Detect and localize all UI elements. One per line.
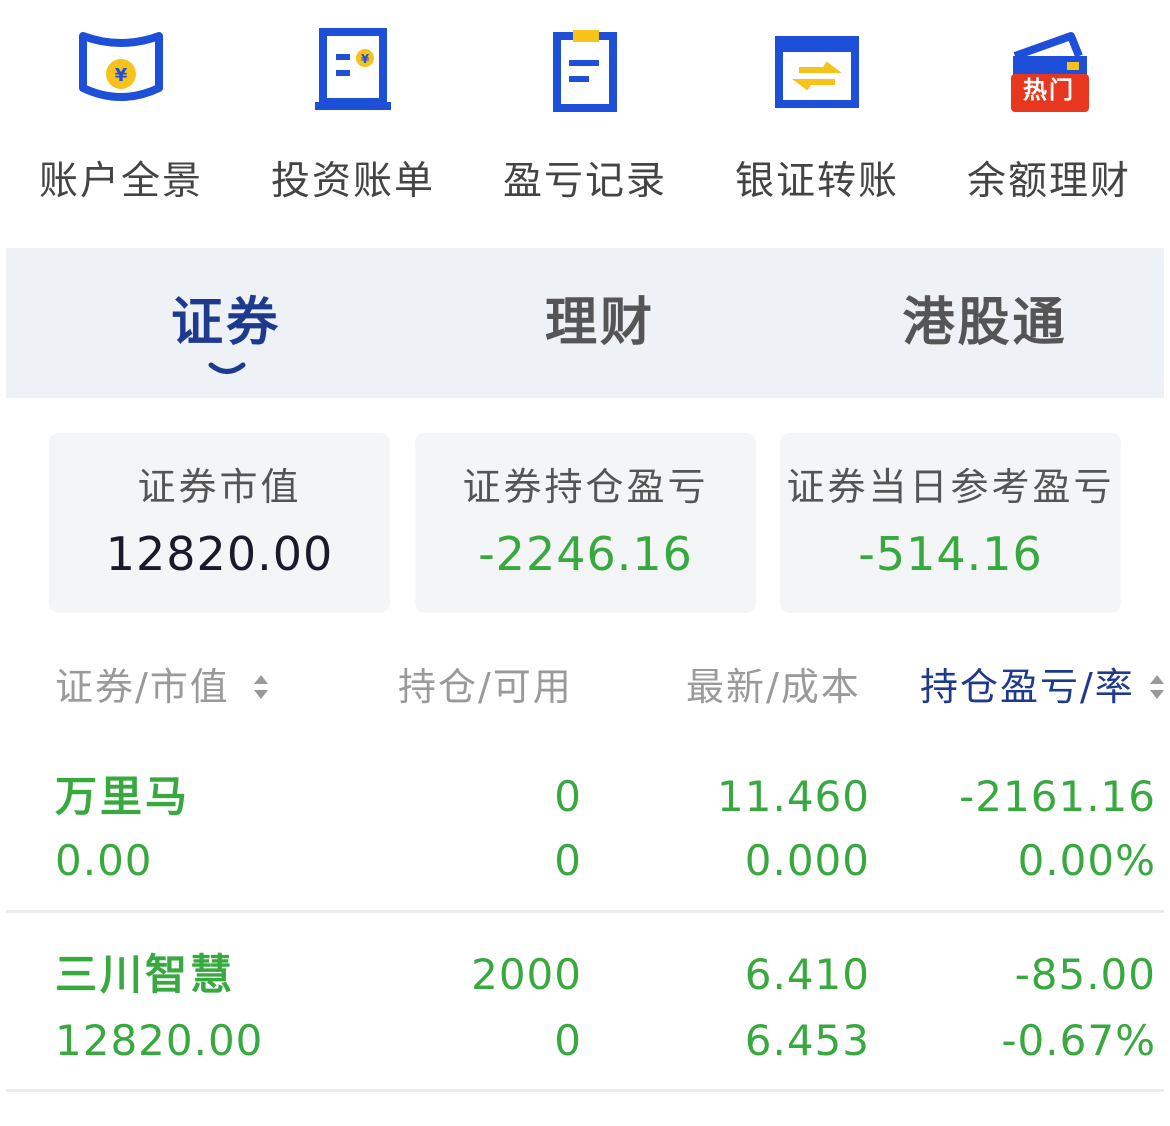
quick-action-investment-bill[interactable]: ¥ 投资账单: [237, 26, 469, 206]
summary-label: 证券市值: [137, 465, 302, 509]
position-qty: 0: [554, 772, 582, 821]
position-pnl: -2161.16: [959, 772, 1156, 821]
summary-card-position-pnl: 证券持仓盈亏 -2246.16: [415, 433, 756, 613]
quick-action-label: 盈亏记录: [502, 159, 667, 204]
quick-action-label: 余额理财: [966, 159, 1131, 204]
available-qty: 0: [554, 1016, 582, 1065]
summary-label: 证券当日参考盈亏: [786, 465, 1115, 509]
security-name: 万里马: [55, 772, 191, 821]
summary-value: 12820.00: [105, 527, 334, 581]
quick-action-label: 账户全景: [38, 159, 203, 204]
summary-card-market-value: 证券市值 12820.00: [49, 433, 390, 613]
svg-text:¥: ¥: [361, 52, 370, 66]
holding-row[interactable]: 三川智慧 12820.00 2000 0 6.410 6.453 -85.00 …: [0, 950, 1170, 1090]
investment-bill-icon: ¥: [315, 28, 391, 110]
cost-price: 6.453: [744, 1016, 870, 1065]
position-pnl: -85.00: [1014, 950, 1156, 999]
sort-icon[interactable]: [1148, 672, 1166, 702]
asset-tab-bar: 证券 理财 港股通: [6, 248, 1164, 398]
security-name: 三川智慧: [55, 950, 236, 999]
latest-price: 6.410: [744, 950, 870, 999]
row-divider: [6, 910, 1164, 913]
summary-value: -2246.16: [478, 527, 693, 581]
active-tab-indicator: [208, 362, 246, 374]
position-qty: 2000: [471, 950, 582, 999]
summary-card-daily-pnl: 证券当日参考盈亏 -514.16: [780, 433, 1121, 613]
market-value: 0.00: [55, 836, 153, 885]
column-header-position: 持仓/可用: [398, 665, 573, 709]
quick-action-balance-wealth[interactable]: 热门 余额理财: [933, 26, 1165, 206]
latest-price: 11.460: [717, 772, 870, 821]
tab-hk-connect[interactable]: 港股通: [840, 248, 1130, 398]
quick-action-label: 投资账单: [270, 159, 435, 204]
pnl-rate: 0.00%: [1017, 836, 1156, 885]
svg-text:¥: ¥: [115, 65, 128, 86]
profit-loss-record-icon: [553, 30, 617, 112]
quick-action-bar: ¥ 账户全景 ¥ 投资账单 盈亏记录 银证转账 热门 余额理财: [0, 0, 1170, 245]
column-header-pnl[interactable]: 持仓盈亏/率: [920, 668, 1135, 706]
holding-row[interactable]: 万里马 0.00 0 0 11.460 0.000 -2161.16 0.00%: [0, 770, 1170, 910]
available-qty: 0: [554, 836, 582, 885]
row-divider: [6, 1089, 1164, 1092]
tab-wealth[interactable]: 理财: [480, 248, 720, 398]
sort-icon[interactable]: [252, 672, 270, 702]
bank-transfer-icon: [775, 36, 859, 108]
quick-action-label: 银证转账: [734, 159, 899, 204]
column-header-price: 最新/成本: [686, 665, 861, 709]
holdings-table-header: 证券/市值 持仓/可用 最新/成本 持仓盈亏/率: [0, 660, 1170, 720]
hot-badge: 热门: [1023, 76, 1075, 104]
cost-price: 0.000: [744, 836, 870, 885]
account-overview-icon: ¥: [79, 32, 163, 101]
market-value: 12820.00: [55, 1016, 264, 1065]
balance-wealth-icon: [1011, 32, 1089, 112]
quick-action-bank-transfer[interactable]: 银证转账: [701, 26, 933, 206]
pnl-rate: -0.67%: [1001, 1016, 1156, 1065]
summary-value: -514.16: [858, 527, 1043, 581]
summary-label: 证券持仓盈亏: [462, 465, 709, 509]
quick-action-account-overview[interactable]: ¥ 账户全景: [5, 26, 237, 206]
quick-action-profit-loss-record[interactable]: 盈亏记录: [469, 26, 701, 206]
column-header-security[interactable]: 证券/市值: [55, 668, 230, 706]
